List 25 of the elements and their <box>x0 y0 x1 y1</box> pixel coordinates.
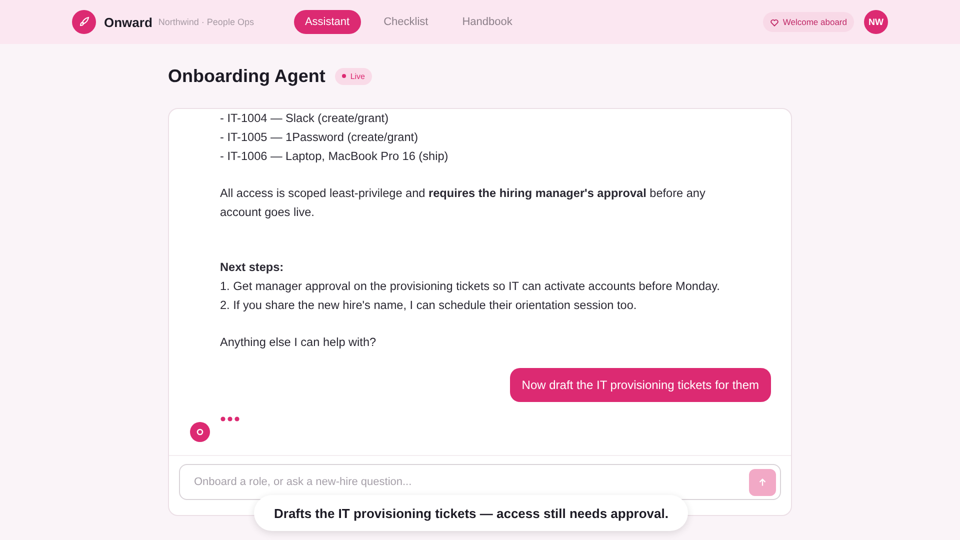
nav-tab[interactable]: Handbook <box>451 10 524 34</box>
composer-field[interactable]: Onboard a role, or ask a new-hire question... <box>179 464 781 500</box>
rocket-logo-icon <box>72 10 96 34</box>
org-name: Northwind · People Ops <box>158 17 254 27</box>
message-text: 2. If you share the new hire's name, I can schedule their orientation session too. <box>220 297 638 314</box>
nav-tab[interactable]: Checklist <box>372 10 440 34</box>
status-badge: Live <box>335 68 372 84</box>
user-message: Now draft the IT provisioning tickets for them <box>510 368 771 402</box>
arrow-up-icon <box>757 476 768 488</box>
assistant-avatar <box>190 422 210 442</box>
message-text: - IT-1004 — Slack (create/grant) <box>220 110 390 127</box>
message-text: Anything else I can help with? <box>220 334 378 351</box>
typing-indicator-icon <box>220 416 240 422</box>
section-heading: Next steps: <box>220 259 285 276</box>
message-text: All access is scoped least-privilege and requires the hiring manager's approval before any account goes live. <box>220 185 706 221</box>
page-title: Onboarding Agent <box>168 66 326 86</box>
message-text: - IT-1005 — 1Password (create/grant) <box>220 129 420 146</box>
message-text: - IT-1006 — Laptop, MacBook Pro 16 (ship) <box>220 148 450 165</box>
caption-toast: Drafts the IT provisioning tickets — access still needs approval. <box>254 495 688 531</box>
welcome-text: Welcome aboard <box>782 17 847 27</box>
message-text: 1. Get manager approval on the provisioning tickets so IT can activate accounts before Monday. <box>220 278 720 295</box>
user-avatar[interactable]: NW <box>864 10 888 34</box>
heart-icon <box>770 18 779 26</box>
nav-tab[interactable]: Assistant <box>294 10 361 34</box>
brand-name: Onward <box>104 14 152 30</box>
